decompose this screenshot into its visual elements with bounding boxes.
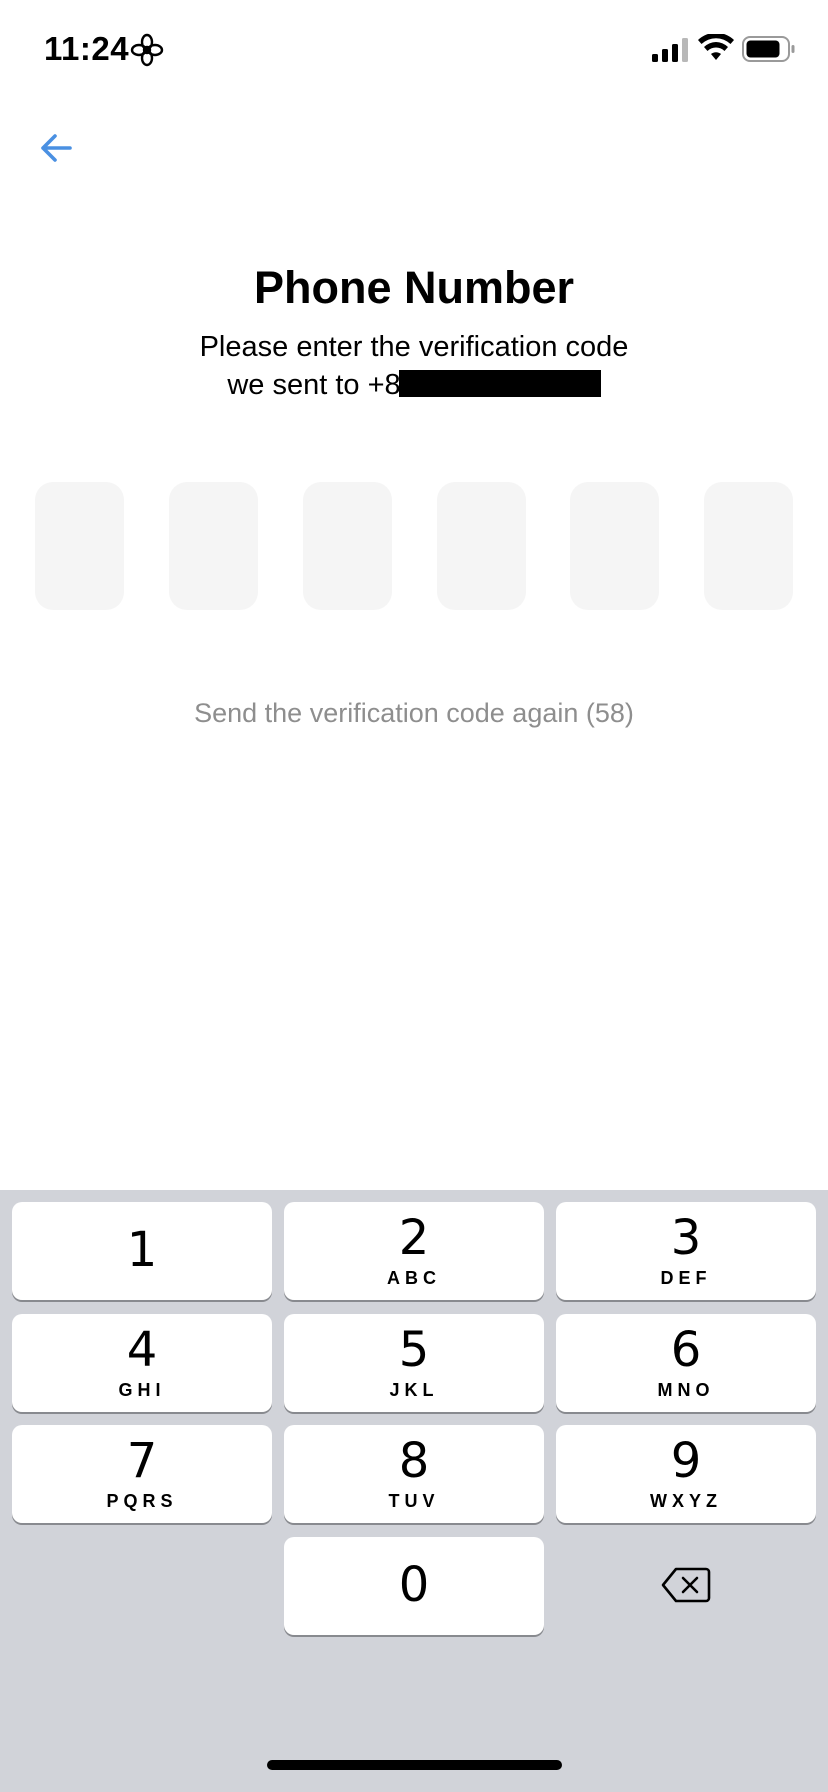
delete-key[interactable] xyxy=(556,1536,816,1634)
key-letters: PQRS xyxy=(106,1491,178,1511)
cellular-signal-icon xyxy=(652,38,688,62)
instruction-line-2: we sent to +8 xyxy=(0,366,828,404)
focus-flower-icon xyxy=(130,33,164,67)
instruction-line-1: Please enter the verification code xyxy=(199,331,629,363)
key-digit: 9 xyxy=(670,1433,702,1489)
key-7[interactable]: 7 PQRS xyxy=(12,1425,272,1523)
key-9[interactable]: 9 WXYZ xyxy=(556,1425,816,1523)
key-digit: 1 xyxy=(126,1222,158,1278)
key-letters: GHI xyxy=(118,1380,166,1400)
redacted-phone-number xyxy=(398,369,601,397)
resend-code-link[interactable]: Send the verification code again (58) xyxy=(0,698,828,729)
key-letters: JKL xyxy=(389,1380,439,1400)
key-5[interactable]: 5 JKL xyxy=(284,1314,544,1412)
key-digit: 7 xyxy=(126,1433,158,1489)
arrow-left-icon xyxy=(41,134,72,162)
code-digit-box-4[interactable] xyxy=(437,482,526,610)
instruction-text: Please enter the verification code we se… xyxy=(0,328,828,404)
key-digit: 5 xyxy=(398,1322,430,1378)
key-letters: WXYZ xyxy=(650,1491,722,1511)
code-digit-box-1[interactable] xyxy=(35,482,124,610)
key-0[interactable]: 0 xyxy=(284,1537,544,1635)
back-button[interactable] xyxy=(30,122,82,174)
key-4[interactable]: 4 GHI xyxy=(12,1314,272,1412)
key-letters: TUV xyxy=(388,1491,440,1511)
key-8[interactable]: 8 TUV xyxy=(284,1425,544,1523)
key-digit: 0 xyxy=(398,1557,430,1613)
key-letters: ABC xyxy=(387,1268,441,1288)
wifi-icon xyxy=(698,34,734,60)
key-6[interactable]: 6 MNO xyxy=(556,1314,816,1412)
code-digit-box-3[interactable] xyxy=(303,482,392,610)
battery-icon xyxy=(742,36,795,62)
phone-prefix: we sent to +8 xyxy=(227,369,401,401)
page-title: Phone Number xyxy=(253,262,575,313)
code-digit-box-2[interactable] xyxy=(169,482,258,610)
home-indicator xyxy=(267,1760,562,1770)
key-letters: MNO xyxy=(657,1380,715,1400)
key-digit: 2 xyxy=(398,1210,430,1266)
verification-code-input[interactable] xyxy=(35,482,793,610)
key-3[interactable]: 3 DEF xyxy=(556,1202,816,1300)
code-digit-box-5[interactable] xyxy=(570,482,659,610)
key-letters: DEF xyxy=(660,1268,712,1288)
backspace-icon xyxy=(661,1567,711,1603)
key-digit: 6 xyxy=(670,1322,702,1378)
key-digit: 4 xyxy=(126,1322,158,1378)
key-2[interactable]: 2 ABC xyxy=(284,1202,544,1300)
key-digit: 3 xyxy=(670,1210,702,1266)
status-time: 11:24 xyxy=(44,30,130,67)
code-digit-box-6[interactable] xyxy=(704,482,793,610)
key-digit: 8 xyxy=(398,1433,430,1489)
key-1[interactable]: 1 xyxy=(12,1202,272,1300)
status-bar: 11:24 xyxy=(0,0,828,100)
